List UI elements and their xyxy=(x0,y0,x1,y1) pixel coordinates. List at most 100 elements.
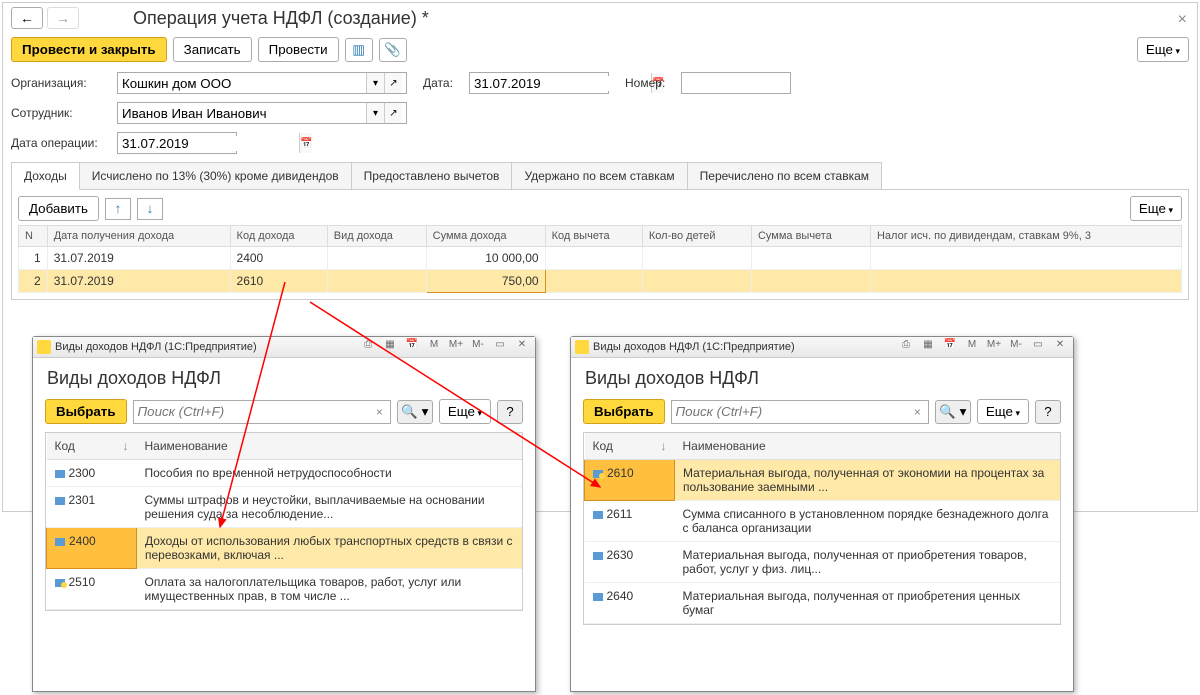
calendar-icon[interactable]: 📅 xyxy=(299,133,312,153)
op-date-field[interactable]: 📅 xyxy=(117,132,237,154)
column-header[interactable]: N xyxy=(19,226,48,247)
report-icon[interactable]: ▥ xyxy=(345,38,373,62)
income-types-popup-2: Виды доходов НДФЛ (1С:Предприятие) ⎙ ▦ 📅… xyxy=(570,336,1074,692)
name-header[interactable]: Наименование xyxy=(137,433,523,460)
attach-icon[interactable]: 📎 xyxy=(379,38,407,62)
forward-button[interactable]: → xyxy=(47,7,79,29)
mem-m-icon[interactable]: M xyxy=(963,339,981,355)
org-field[interactable]: ▾ ↗ xyxy=(117,72,407,94)
save-button[interactable]: Записать xyxy=(173,37,252,62)
list-item[interactable]: 2610Материальная выгода, полученная от э… xyxy=(585,460,1061,501)
search-input[interactable]: × xyxy=(133,400,391,424)
mem-mminus-icon[interactable]: M- xyxy=(1007,339,1025,355)
item-icon xyxy=(593,511,603,519)
table-row[interactable]: 131.07.2019240010 000,00 xyxy=(19,247,1182,270)
employee-input[interactable] xyxy=(122,106,366,121)
code-header[interactable]: Код↓ xyxy=(585,433,675,460)
add-button[interactable]: Добавить xyxy=(18,196,99,221)
more-button[interactable]: Еще xyxy=(977,399,1029,424)
mem-mminus-icon[interactable]: M- xyxy=(469,339,487,355)
org-input[interactable] xyxy=(122,76,366,91)
close-icon[interactable]: × xyxy=(1178,11,1187,29)
item-icon xyxy=(593,552,603,560)
open-icon[interactable]: ↗ xyxy=(384,73,402,93)
sort-icon: ↓ xyxy=(123,439,129,453)
calendar-icon[interactable]: 📅 xyxy=(403,339,421,355)
help-icon[interactable]: ? xyxy=(1035,400,1061,424)
more-button[interactable]: Еще xyxy=(439,399,491,424)
close-icon[interactable]: ✕ xyxy=(1051,339,1069,355)
search-icon[interactable]: 🔍 ▾ xyxy=(397,400,433,424)
column-header[interactable]: Сумма вычета xyxy=(751,226,870,247)
code-header[interactable]: Код↓ xyxy=(47,433,137,460)
income-table: NДата получения доходаКод доходаВид дохо… xyxy=(18,225,1182,293)
more-button[interactable]: Еще xyxy=(1130,196,1182,221)
minimize-icon[interactable]: ▭ xyxy=(1029,339,1047,355)
date-field[interactable]: 📅 xyxy=(469,72,609,94)
column-header[interactable]: Код дохода xyxy=(230,226,327,247)
op-date-input[interactable] xyxy=(122,136,299,151)
calc-icon[interactable]: ▦ xyxy=(919,339,937,355)
employee-field[interactable]: ▾ ↗ xyxy=(117,102,407,124)
popup-titlebar-text: Виды доходов НДФЛ (1С:Предприятие) xyxy=(55,341,257,353)
list-item[interactable]: 2510Оплата за налогоплательщика товаров,… xyxy=(47,569,523,610)
calendar-icon[interactable]: 📅 xyxy=(941,339,959,355)
tab-0[interactable]: Доходы xyxy=(11,162,80,190)
column-header[interactable]: Сумма дохода xyxy=(426,226,545,247)
mem-mplus-icon[interactable]: M+ xyxy=(447,339,465,355)
dropdown-icon[interactable]: ▾ xyxy=(366,103,384,123)
name-header[interactable]: Наименование xyxy=(675,433,1061,460)
post-button[interactable]: Провести xyxy=(258,37,339,62)
item-icon xyxy=(55,579,65,587)
list-item[interactable]: 2640Материальная выгода, полученная от п… xyxy=(585,583,1061,624)
minimize-icon[interactable]: ▭ xyxy=(491,339,509,355)
search-field[interactable] xyxy=(138,404,373,419)
mem-mplus-icon[interactable]: M+ xyxy=(985,339,1003,355)
column-header[interactable]: Налог исч. по дивидендам, ставкам 9%, 3 xyxy=(870,226,1181,247)
help-icon[interactable]: ? xyxy=(497,400,523,424)
popup-titlebar[interactable]: Виды доходов НДФЛ (1С:Предприятие) ⎙ ▦ 📅… xyxy=(33,337,535,358)
column-header[interactable]: Дата получения дохода xyxy=(47,226,230,247)
back-button[interactable]: ← xyxy=(11,7,43,29)
choose-button[interactable]: Выбрать xyxy=(45,399,127,424)
move-up-icon[interactable]: ↑ xyxy=(105,198,131,220)
post-and-close-button[interactable]: Провести и закрыть xyxy=(11,37,167,62)
number-input[interactable] xyxy=(681,72,791,94)
calc-icon[interactable]: ▦ xyxy=(381,339,399,355)
choose-button[interactable]: Выбрать xyxy=(583,399,665,424)
print-icon[interactable]: ⎙ xyxy=(897,339,915,355)
tab-3[interactable]: Удержано по всем ставкам xyxy=(511,162,687,189)
tab-content: Добавить ↑ ↓ Еще NДата получения доходаК… xyxy=(11,190,1189,300)
popup-titlebar[interactable]: Виды доходов НДФЛ (1С:Предприятие) ⎙ ▦ 📅… xyxy=(571,337,1073,358)
list-item[interactable]: 2400Доходы от использования любых трансп… xyxy=(47,528,523,569)
search-field[interactable] xyxy=(676,404,911,419)
date-label: Дата: xyxy=(423,76,463,90)
list-item[interactable]: 2300Пособия по временной нетрудоспособно… xyxy=(47,460,523,487)
column-header[interactable]: Кол-во детей xyxy=(642,226,751,247)
dropdown-icon[interactable]: ▾ xyxy=(366,73,384,93)
income-types-list: Код↓ Наименование 2610Материальная выгод… xyxy=(584,433,1060,624)
clear-icon[interactable]: × xyxy=(911,405,924,419)
list-item[interactable]: 2611Сумма списанного в установленном пор… xyxy=(585,501,1061,542)
tab-4[interactable]: Перечислено по всем ставкам xyxy=(687,162,882,189)
clear-icon[interactable]: × xyxy=(373,405,386,419)
open-icon[interactable]: ↗ xyxy=(384,103,402,123)
table-row[interactable]: 231.07.20192610750,00 xyxy=(19,270,1182,293)
mem-m-icon[interactable]: M xyxy=(425,339,443,355)
list-item[interactable]: 2301Суммы штрафов и неустойки, выплачива… xyxy=(47,487,523,528)
tab-1[interactable]: Исчислено по 13% (30%) кроме дивидендов xyxy=(79,162,352,189)
close-icon[interactable]: ✕ xyxy=(513,339,531,355)
column-header[interactable]: Вид дохода xyxy=(327,226,426,247)
sort-icon: ↓ xyxy=(661,439,667,453)
list-item[interactable]: 2630Материальная выгода, полученная от п… xyxy=(585,542,1061,583)
search-input[interactable]: × xyxy=(671,400,929,424)
column-header[interactable]: Код вычета xyxy=(545,226,642,247)
search-icon[interactable]: 🔍 ▾ xyxy=(935,400,971,424)
print-icon[interactable]: ⎙ xyxy=(359,339,377,355)
item-icon xyxy=(55,470,65,478)
item-icon xyxy=(55,497,65,505)
more-button[interactable]: Еще xyxy=(1137,37,1189,62)
popup-titlebar-text: Виды доходов НДФЛ (1С:Предприятие) xyxy=(593,341,795,353)
move-down-icon[interactable]: ↓ xyxy=(137,198,163,220)
tab-2[interactable]: Предоставлено вычетов xyxy=(351,162,513,189)
